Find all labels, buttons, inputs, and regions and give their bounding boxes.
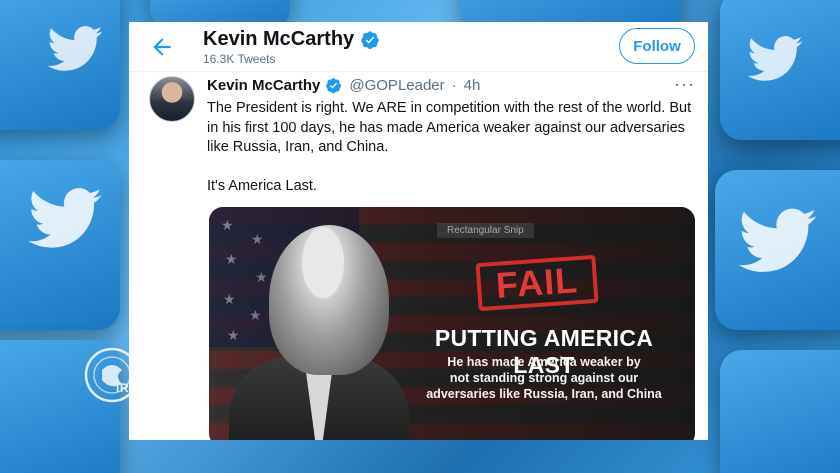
twitter-bird-icon: [20, 180, 110, 260]
tweet-media-image[interactable]: ★ ★ ★ ★ ★ ★ ★ Rectangular Snip FAIL PUTT…: [209, 207, 695, 440]
tweet-author-line: Kevin McCarthy @GOPLeader · 4h: [207, 77, 480, 94]
verified-badge-icon: [325, 77, 342, 94]
follow-button[interactable]: Follow: [619, 28, 695, 64]
tweet-author-name[interactable]: Kevin McCarthy: [207, 77, 320, 94]
profile-card: Kevin McCarthy 16.3K Tweets Follow Kevin…: [129, 22, 708, 440]
watermark-text: IRANPRESS: [116, 381, 191, 395]
fail-stamp: FAIL: [475, 254, 599, 312]
background-tile: [720, 350, 840, 473]
watermark-logo-icon: [80, 340, 190, 410]
tweet-handle[interactable]: @GOPLeader: [349, 77, 444, 94]
header-title: Kevin McCarthy: [203, 28, 380, 51]
header-name-text: Kevin McCarthy: [203, 28, 355, 50]
profile-header: Kevin McCarthy 16.3K Tweets Follow: [129, 22, 708, 72]
arrow-left-icon[interactable]: [149, 34, 175, 60]
twitter-bird-icon: [740, 30, 810, 90]
twitter-bird-icon: [730, 200, 825, 285]
tweet-count: 16.3K Tweets: [203, 52, 276, 66]
avatar[interactable]: [149, 76, 195, 122]
twitter-bird-icon: [40, 20, 110, 80]
tweet-time[interactable]: 4h: [464, 77, 481, 94]
photo-portrait: [269, 225, 389, 375]
tweet-text: The President is right. We ARE in compet…: [207, 100, 692, 194]
media-subline: He has made America weaker by not standi…: [426, 355, 662, 401]
verified-badge-icon: [360, 30, 380, 50]
snip-tag: Rectangular Snip: [437, 223, 534, 238]
more-options-icon[interactable]: ···: [674, 74, 695, 95]
tweet-separator: ·: [451, 77, 457, 94]
